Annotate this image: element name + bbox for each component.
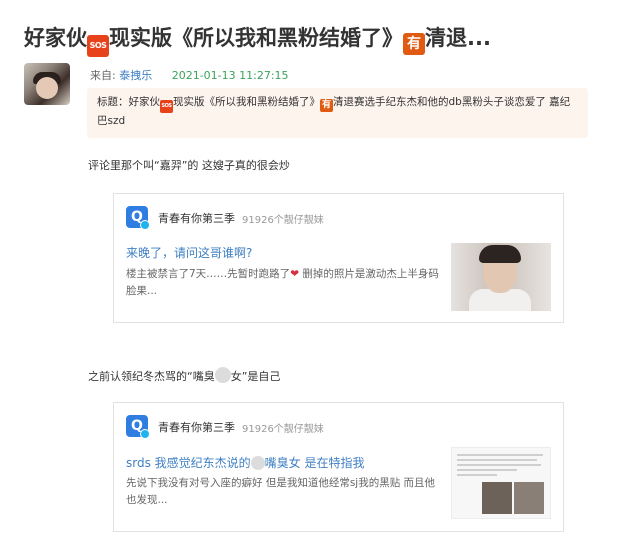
screenshot-photo: [482, 482, 512, 514]
card-question-link[interactable]: srds 我感觉纪东杰说的 嘴臭女 是在特指我: [126, 454, 365, 471]
card-answer-text: 先说下我没有对号入座的癖好 但是我知道他经常sj我的黑贴 而且他也发现...: [126, 477, 436, 506]
card-thumbnail-photo[interactable]: [451, 243, 551, 311]
you-badge-icon: 有: [403, 33, 425, 55]
author-avatar[interactable]: [24, 63, 70, 105]
embedded-post-card-1[interactable]: Q 青春有你第三季 91926个靓仔靓妹 来晚了，请问这哥谁啊? 楼主被禁言了7…: [113, 193, 564, 323]
paragraph2-part2: 女”是自己: [230, 370, 281, 383]
screenshot-text-line: [457, 454, 543, 456]
community-fans: 91926个靓仔靓妹: [242, 424, 324, 435]
card-answer-part1: 楼主被禁言了7天……先暂时跑路了: [126, 268, 291, 280]
author-link[interactable]: 泰拽乐: [119, 69, 152, 82]
post-subject-box: 标题：好家伙 SOS 现实版《所以我和黑粉结婚了》有清退赛选手纪东杰和他的db黑粉头…: [87, 88, 588, 138]
heart-icon: ❤: [290, 268, 299, 280]
redaction-blur: [250, 456, 265, 470]
sos-badge-icon: SOS: [87, 35, 109, 57]
source-label: 来自:: [90, 69, 116, 82]
photo-hair: [479, 245, 521, 263]
sos-badge-icon: SOS: [160, 100, 173, 113]
title-text-part1: 好家伙: [24, 26, 87, 50]
screenshot-text-line: [457, 464, 541, 466]
screenshot-text-line: [457, 474, 497, 476]
card-answer-text: 楼主被禁言了7天……先暂时跑路了❤ 删掉的照片是激动杰上半身码脸果...: [126, 266, 444, 300]
community-name[interactable]: 青春有你第三季: [158, 210, 235, 226]
community-name[interactable]: 青春有你第三季: [158, 419, 235, 435]
screenshot-photo: [514, 482, 544, 514]
avatar-face: [36, 77, 58, 99]
post-timestamp: 2021-01-13 11:27:15: [171, 69, 289, 82]
paragraph2-part1: 之前认领纪冬杰骂的“嘴臭: [88, 370, 215, 383]
card-thumbnail-screenshot[interactable]: [451, 447, 551, 519]
post-meta: 来自: 泰拽乐 2021-01-13 11:27:15: [90, 67, 289, 83]
embedded-post-card-2[interactable]: Q 青春有你第三季 91926个靓仔靓妹 srds 我感觉纪东杰说的 嘴臭女 是在…: [113, 402, 564, 532]
subject-text-part1: 标题：好家伙: [97, 96, 160, 108]
community-logo-icon: Q: [126, 415, 150, 439]
screenshot-text-line: [457, 459, 537, 461]
question-part2: 嘴臭女 是在特指我: [264, 456, 365, 470]
title-text-part3: 清退...: [425, 26, 491, 50]
screenshot-text-line: [457, 469, 517, 471]
card-question-link[interactable]: 来晚了，请问这哥谁啊?: [126, 244, 252, 261]
body-paragraph-2: 之前认领纪冬杰骂的“嘴臭 女”是自己: [88, 367, 280, 384]
subject-text-part2: 现实版《所以我和黑粉结婚了》: [173, 96, 320, 108]
community-fans: 91926个靓仔靓妹: [242, 215, 324, 226]
post-title: 好家伙 SOS 现实版《所以我和黑粉结婚了》有清退...: [24, 22, 624, 57]
community-logo-icon: Q: [126, 206, 150, 230]
title-text-part2: 现实版《所以我和黑粉结婚了》: [109, 26, 403, 50]
you-badge-icon: 有: [320, 99, 333, 112]
body-paragraph-1: 评论里那个叫“嘉羿”的 这嫂子真的很会炒: [88, 159, 290, 172]
question-part1: srds 我感觉纪东杰说的: [126, 456, 251, 470]
redaction-blur: [214, 367, 231, 383]
